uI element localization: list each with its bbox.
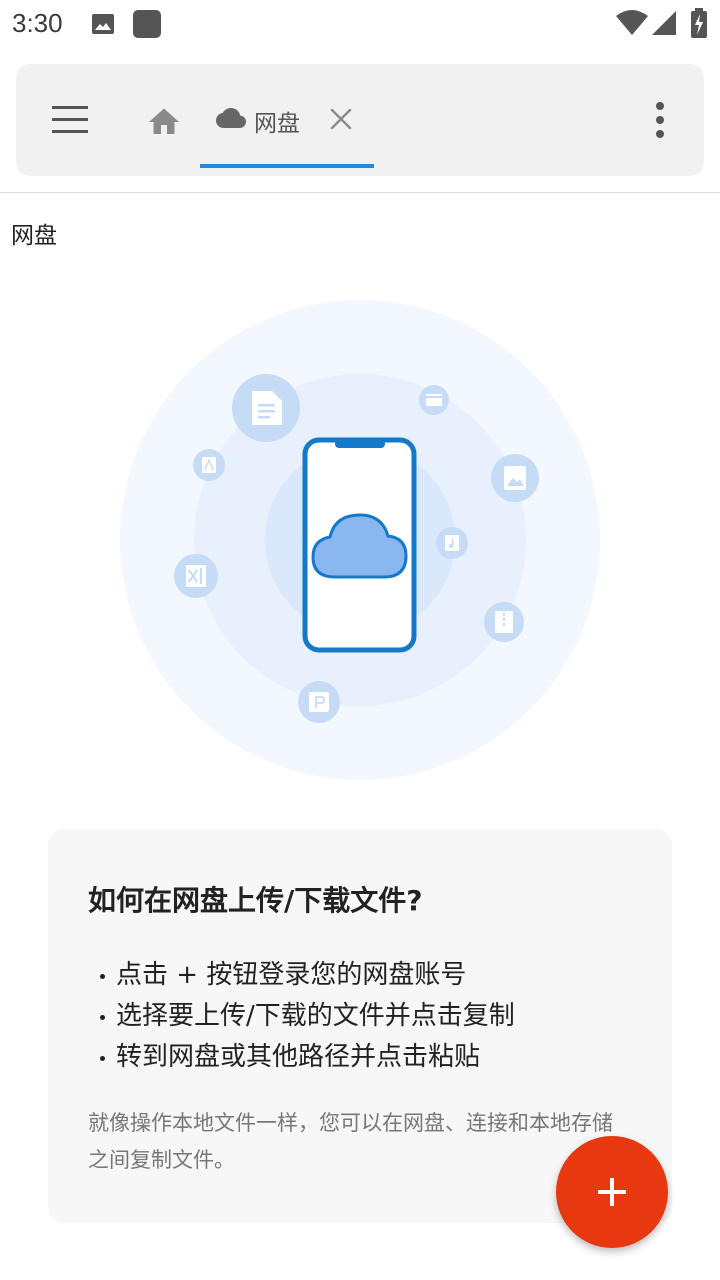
signal-icon bbox=[652, 11, 676, 35]
hamburger-menu-icon[interactable] bbox=[48, 100, 92, 140]
zip-icon bbox=[484, 602, 524, 642]
help-title: 如何在网盘上传/下载文件? bbox=[88, 884, 423, 917]
tab-label: 网盘 bbox=[254, 111, 300, 137]
phone-cloud-icon bbox=[302, 437, 417, 653]
home-icon[interactable] bbox=[146, 104, 182, 140]
video-icon bbox=[419, 385, 449, 415]
cloud-icon bbox=[216, 108, 246, 128]
active-tab-indicator bbox=[200, 164, 374, 168]
breadcrumb: 网盘 bbox=[11, 223, 57, 249]
excel-icon bbox=[174, 554, 218, 598]
music-icon bbox=[436, 527, 468, 559]
help-step: 选择要上传/下载的文件并点击复制 bbox=[100, 996, 515, 1037]
app-notification-icon bbox=[133, 10, 161, 38]
status-time: 3:30 bbox=[12, 8, 63, 38]
plus-icon bbox=[598, 1178, 626, 1206]
image-icon bbox=[491, 454, 539, 502]
tab-cloud-drive[interactable]: 网盘 bbox=[200, 64, 374, 168]
cloud-drive-illustration bbox=[120, 300, 600, 780]
close-icon[interactable] bbox=[330, 108, 352, 130]
help-step: 点击 + 按钮登录您的网盘账号 bbox=[100, 955, 515, 996]
divider bbox=[0, 192, 720, 193]
pdf-icon bbox=[193, 449, 225, 481]
ppt-icon bbox=[298, 681, 340, 723]
image-notification-icon bbox=[92, 14, 114, 34]
document-icon bbox=[232, 374, 300, 442]
add-cloud-account-button[interactable] bbox=[556, 1136, 668, 1248]
toolbar: 网盘 bbox=[16, 64, 704, 176]
more-vertical-icon[interactable] bbox=[646, 100, 674, 140]
help-steps: 点击 + 按钮登录您的网盘账号 选择要上传/下载的文件并点击复制 转到网盘或其他… bbox=[100, 955, 515, 1078]
wifi-icon bbox=[616, 10, 648, 35]
status-bar: 3:30 bbox=[0, 0, 720, 50]
help-step: 转到网盘或其他路径并点击粘贴 bbox=[100, 1037, 515, 1078]
battery-charging-icon bbox=[691, 8, 707, 38]
help-description: 就像操作本地文件一样，您可以在网盘、连接和本地存储之间复制文件。 bbox=[88, 1111, 613, 1172]
